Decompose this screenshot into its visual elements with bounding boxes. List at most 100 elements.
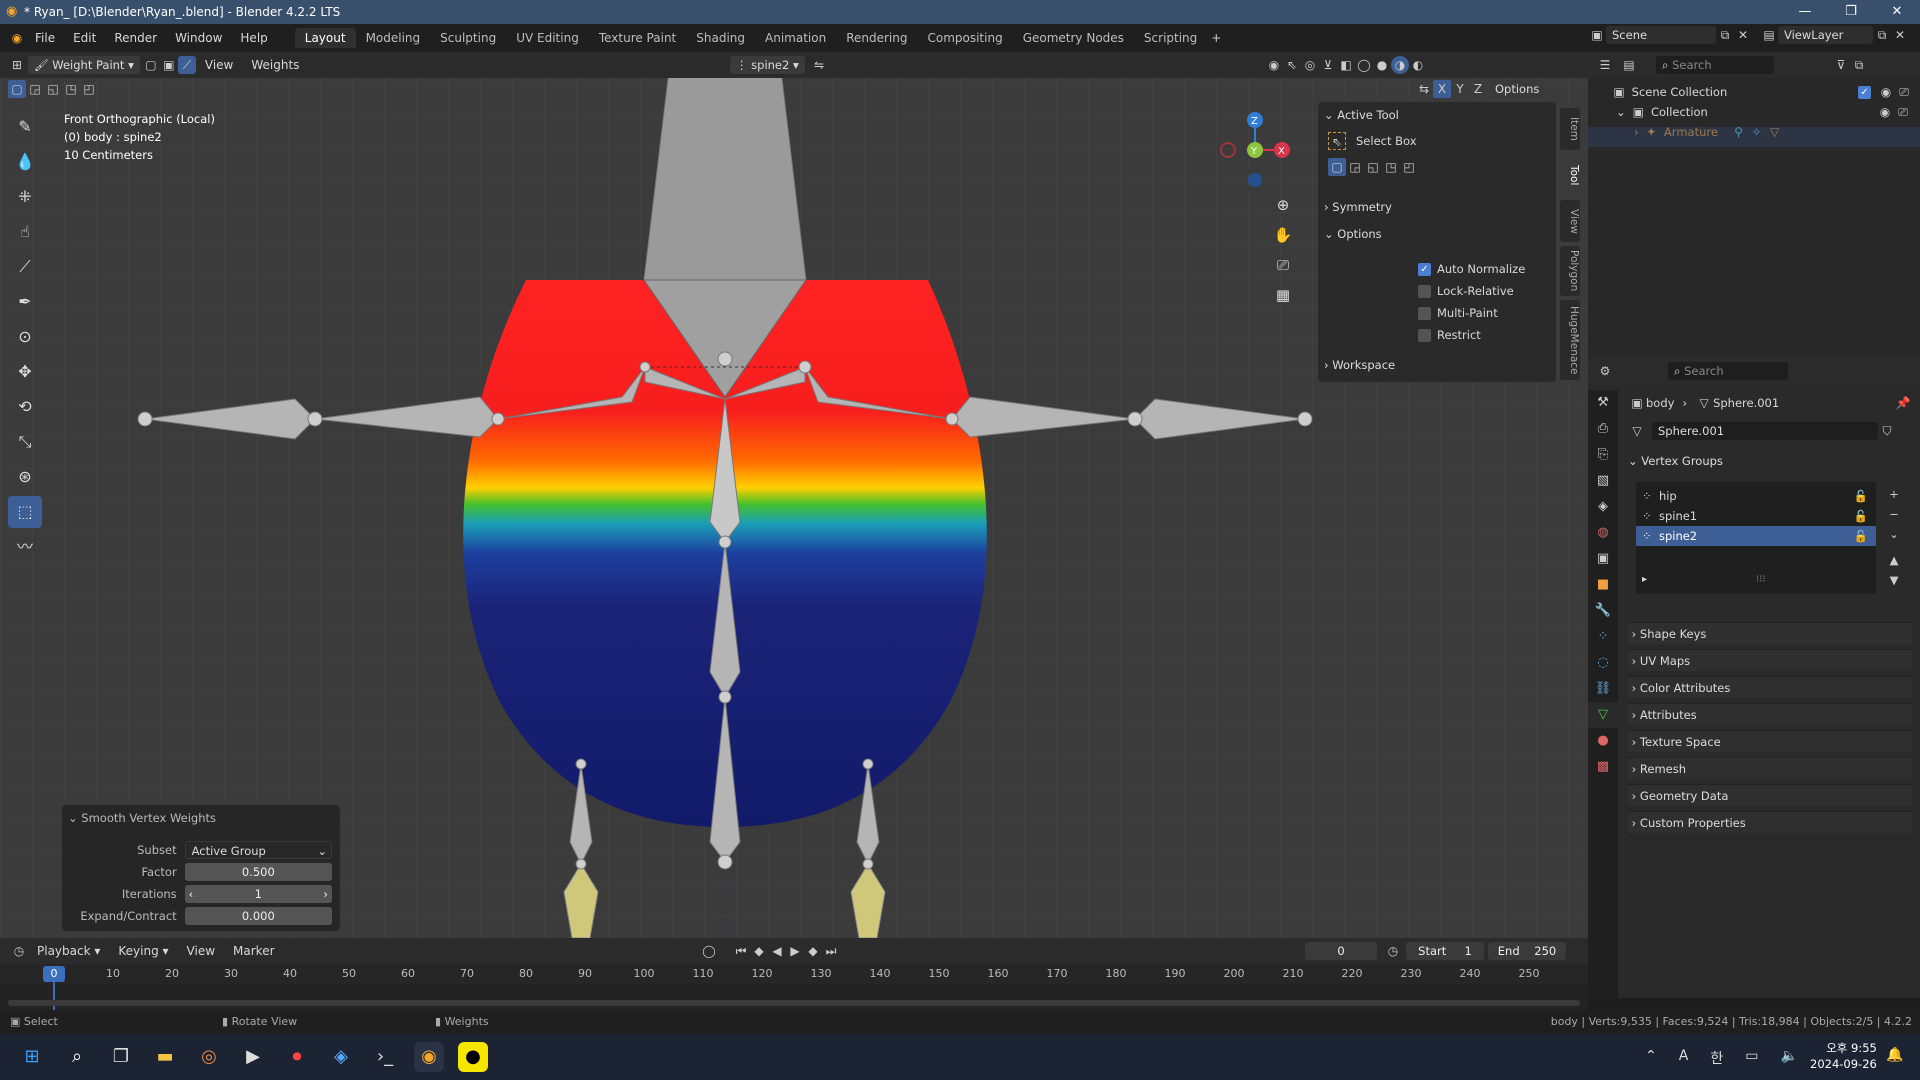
tab-texture-paint[interactable]: Texture Paint xyxy=(589,28,686,48)
select-invert-icon[interactable]: ◳ xyxy=(62,80,80,98)
tray-overflow-icon[interactable]: ⌃ xyxy=(1645,1048,1657,1068)
tab-geometry-nodes[interactable]: Geometry Nodes xyxy=(1013,28,1134,48)
move-up-icon[interactable]: ▲ xyxy=(1884,550,1904,570)
select-new-icon[interactable]: ▢ xyxy=(8,80,26,98)
delete-view-layer-icon[interactable]: ✕ xyxy=(1891,26,1909,44)
jump-end-icon[interactable]: ⏭ xyxy=(822,942,840,960)
tab-item[interactable]: Item xyxy=(1560,108,1580,150)
output-tab-icon[interactable]: ⎘ xyxy=(1588,442,1618,468)
cursor-icon[interactable]: ⊙ xyxy=(8,321,42,353)
auto-normalize-checkbox[interactable]: ✓ Auto Normalize xyxy=(1418,258,1525,280)
mirror-z-icon[interactable]: Z xyxy=(1469,80,1487,98)
tab-scripting[interactable]: Scripting xyxy=(1134,28,1207,48)
language-indicator[interactable]: 한 xyxy=(1710,1048,1723,1068)
decrement-icon[interactable]: ‹ xyxy=(189,885,194,903)
symmetry-icon[interactable]: ⇋ xyxy=(810,56,828,74)
tab-rendering[interactable]: Rendering xyxy=(836,28,917,48)
mesh-data-tab-icon[interactable]: ▽ xyxy=(1588,702,1618,728)
geometry-data-section[interactable]: › Geometry Data xyxy=(1628,784,1912,806)
mesh-browse-icon[interactable]: ▽ xyxy=(1628,422,1646,440)
tab-layout[interactable]: Layout xyxy=(294,28,356,48)
tab-polygon[interactable]: Polygon xyxy=(1560,246,1580,296)
wireframe-shading-icon[interactable]: ◯ xyxy=(1355,56,1373,74)
solid-shading-icon[interactable]: ● xyxy=(1373,56,1391,74)
preview-range-icon[interactable]: ◷ xyxy=(1384,942,1402,960)
custom-properties-section[interactable]: › Custom Properties xyxy=(1628,811,1912,833)
prev-keyframe-icon[interactable]: ◆ xyxy=(750,942,768,960)
outliner-search[interactable]: ⌕ Search xyxy=(1656,56,1774,74)
vertex-group-specials-icon[interactable]: ⌄ xyxy=(1884,524,1904,544)
tab-view[interactable]: View xyxy=(1560,200,1580,242)
particles-tab-icon[interactable]: ⁘ xyxy=(1588,624,1618,650)
scene-selector[interactable]: Scene xyxy=(1606,26,1716,44)
close-button[interactable]: ✕ xyxy=(1874,0,1920,24)
options-header[interactable]: ⌄ Options xyxy=(1324,227,1382,241)
lock-icon[interactable]: 🔓 xyxy=(1854,526,1868,546)
tool-mode-invert-icon[interactable]: ◳ xyxy=(1382,158,1400,176)
auto-key-icon[interactable]: ◯ xyxy=(700,942,718,960)
material-tab-icon[interactable]: ● xyxy=(1588,728,1618,754)
kakaotalk-icon[interactable]: ● xyxy=(458,1042,488,1072)
workspace-header[interactable]: › Workspace xyxy=(1324,358,1395,372)
render-camera-icon[interactable]: ⎚ xyxy=(1895,83,1913,101)
tab-compositing[interactable]: Compositing xyxy=(917,28,1012,48)
mirror-y-icon[interactable]: Y xyxy=(1451,80,1469,98)
zoom-icon[interactable]: ⊕ xyxy=(1270,190,1296,220)
tab-modeling[interactable]: Modeling xyxy=(356,28,431,48)
editor-type-icon[interactable]: ⊞ xyxy=(8,56,26,74)
weights-menu[interactable]: Weights xyxy=(242,58,308,72)
ortho-grid-icon[interactable]: ▦ xyxy=(1270,280,1296,310)
average-brush-icon[interactable]: ⁜ xyxy=(8,181,42,213)
symmetry-header[interactable]: › Symmetry xyxy=(1324,200,1392,214)
pin-icon[interactable]: 📌 xyxy=(1894,394,1912,412)
file-explorer-icon[interactable]: ▬ xyxy=(150,1042,180,1072)
scene-tab-icon[interactable]: ◈ xyxy=(1588,494,1618,520)
vertex-group-item-hip[interactable]: ⁘ hip 🔓 xyxy=(1636,486,1876,506)
mirror-x-icon[interactable]: X xyxy=(1433,80,1451,98)
menu-file[interactable]: File xyxy=(26,31,64,45)
remove-vertex-group-icon[interactable]: − xyxy=(1884,504,1904,524)
mode-selector[interactable]: 🖌 Weight Paint ▾ xyxy=(28,56,140,74)
constraints-tab-icon[interactable]: ⛓ xyxy=(1588,676,1618,702)
new-scene-icon[interactable]: ⧉ xyxy=(1716,26,1734,44)
armature-eye-icon[interactable]: ◉ xyxy=(1876,103,1894,121)
gizmo-toggle-icon[interactable]: ⇖ xyxy=(1283,56,1301,74)
move-icon[interactable]: ✥ xyxy=(8,356,42,388)
uv-maps-section[interactable]: › UV Maps xyxy=(1628,649,1912,671)
physics-tab-icon[interactable]: ◌ xyxy=(1588,650,1618,676)
tab-animation[interactable]: Animation xyxy=(755,28,836,48)
active-tool-header[interactable]: ⌄ Active Tool xyxy=(1324,108,1399,122)
select-box-icon[interactable]: ⇖ xyxy=(1328,132,1346,150)
material-shading-icon[interactable]: ◑ xyxy=(1391,56,1409,74)
attributes-section[interactable]: › Attributes xyxy=(1628,703,1912,725)
filter-icon[interactable]: ⊽ xyxy=(1832,56,1850,74)
add-workspace-icon[interactable]: + xyxy=(1207,29,1225,47)
task-view-icon[interactable]: ❐ xyxy=(106,1042,136,1072)
new-collection-icon[interactable]: ⧉ xyxy=(1850,56,1868,74)
view-layer-tab-icon[interactable]: ▧ xyxy=(1588,468,1618,494)
tool-tab-icon[interactable]: ⚒ xyxy=(1588,390,1618,416)
shape-keys-section[interactable]: › Shape Keys xyxy=(1628,622,1912,644)
restrict-checkbox[interactable]: Restrict xyxy=(1418,324,1525,346)
overlay-icon[interactable]: ◎ xyxy=(1301,56,1319,74)
pan-hand-icon[interactable]: ✋ xyxy=(1270,220,1296,250)
tab-tool[interactable]: Tool xyxy=(1560,154,1580,196)
timeline-editor-icon[interactable]: ◷ xyxy=(10,942,28,960)
tab-sculpting[interactable]: Sculpting xyxy=(430,28,506,48)
render-tab-icon[interactable]: ⎙ xyxy=(1588,416,1618,442)
bone-select-icon[interactable]: ⟋ xyxy=(177,56,196,74)
smear-brush-icon[interactable]: ☝ xyxy=(8,216,42,248)
scene-collection-row[interactable]: ▣ Scene Collection xyxy=(1610,82,1784,102)
gradient-icon[interactable]: ⟋ xyxy=(8,251,42,283)
play-reverse-icon[interactable]: ◀ xyxy=(768,942,786,960)
properties-editor-icon[interactable]: ⚙ xyxy=(1596,362,1614,380)
texture-tab-icon[interactable]: ▩ xyxy=(1588,754,1618,780)
select-subtract-icon[interactable]: ◱ xyxy=(44,80,62,98)
smooth-weights-header[interactable]: ⌄ Smooth Vertex Weights xyxy=(68,811,216,825)
modifier-tab-icon[interactable]: 🔧 xyxy=(1588,598,1618,624)
menu-help[interactable]: Help xyxy=(231,31,276,45)
view-menu[interactable]: View xyxy=(196,58,242,72)
view-layer-selector[interactable]: ViewLayer xyxy=(1778,26,1873,44)
volume-icon[interactable]: 🔈 xyxy=(1780,1048,1797,1068)
subset-select[interactable]: Active Group ⌄ xyxy=(184,841,332,859)
